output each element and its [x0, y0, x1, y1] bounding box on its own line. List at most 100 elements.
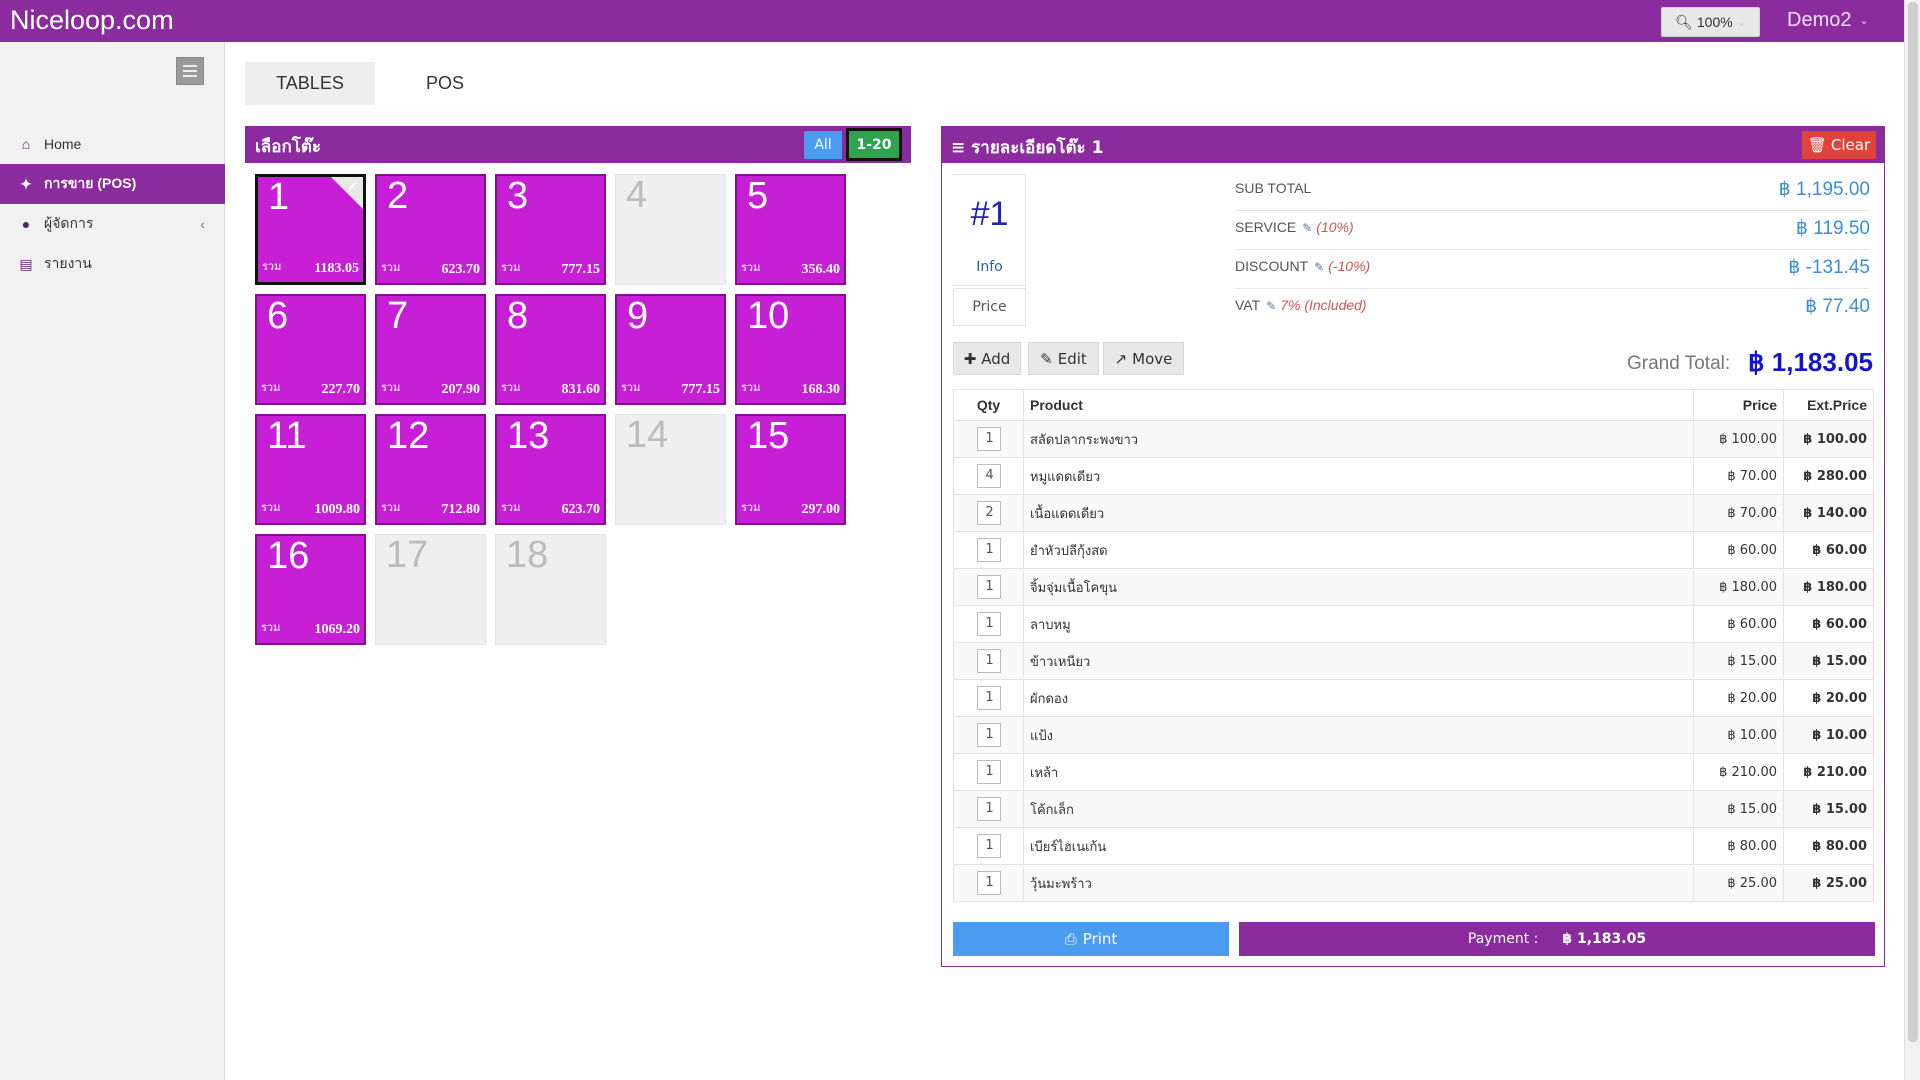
price-tab[interactable]: Price: [953, 288, 1026, 326]
table-tile[interactable]: 11 รวม 1009.80: [255, 414, 366, 525]
price-cell: ฿ 180.00: [1693, 568, 1784, 606]
table-row[interactable]: 1 เหล้า฿ 210.00 ฿ 210.00: [953, 753, 1874, 791]
table-tile-amount: 623.70: [561, 502, 601, 517]
table-tile[interactable]: 7 รวม 207.90: [375, 294, 486, 405]
table-tile-total-label: รวม: [741, 261, 761, 274]
user-menu[interactable]: Demo2 ⌄: [1787, 9, 1869, 32]
product-cell: แป้ง: [1023, 716, 1694, 754]
page-scrollbar[interactable]: [1904, 0, 1920, 1080]
table-row[interactable]: 1 โค้กเล็ก฿ 15.00 ฿ 15.00: [953, 790, 1874, 828]
table-row[interactable]: 1 สลัดปลากระพงขาว฿ 100.00 ฿ 100.00: [953, 420, 1874, 458]
table-tile[interactable]: 6 รวม 227.70: [255, 294, 366, 405]
sidebar-item-pos[interactable]: ✦ การขาย (POS): [0, 164, 225, 204]
table-tile[interactable]: 16 รวม 1069.20: [255, 534, 366, 645]
edit-icon[interactable]: ✎: [1314, 260, 1324, 274]
qty-input[interactable]: 1: [976, 686, 1001, 710]
table-tile[interactable]: 9 รวม 777.15: [615, 294, 726, 405]
chevron-left-icon: ‹: [200, 216, 205, 232]
filter-range-button[interactable]: 1-20: [846, 128, 902, 161]
info-tab[interactable]: #1 Info: [953, 174, 1026, 286]
external-link-icon: ↗: [1114, 349, 1128, 368]
table-tile[interactable]: 13 รวม 623.70: [495, 414, 606, 525]
qty-input[interactable]: 1: [976, 538, 1001, 562]
table-tile[interactable]: 2 รวม 623.70: [375, 174, 486, 285]
table-tile[interactable]: 4: [615, 174, 726, 285]
scrollbar-thumb[interactable]: [1908, 2, 1918, 1042]
order-items-table: Qty Product Price Ext.Price 1 สลัดปลากระพ…: [953, 389, 1874, 902]
clear-button[interactable]: 🗑︎ Clear: [1802, 131, 1876, 159]
service-value: ฿ 119.50: [1795, 218, 1870, 239]
move-table-button[interactable]: ↗ Move: [1103, 342, 1184, 375]
table-tile-number: 16: [267, 535, 310, 577]
table-row[interactable]: 1 เบียร์ไฮเนเก้น฿ 80.00 ฿ 80.00: [953, 827, 1874, 865]
table-tile[interactable]: 8 รวม 831.60: [495, 294, 606, 405]
qty-cell: 1: [953, 827, 1024, 865]
discount-row: DISCOUNT ✎ (-10%) ฿ -131.45: [1235, 250, 1870, 289]
vat-value: ฿ 77.40: [1805, 296, 1870, 317]
table-row[interactable]: 4 หมูแดดเดียว฿ 70.00 ฿ 280.00: [953, 457, 1874, 495]
add-item-button[interactable]: ✚ Add: [953, 342, 1021, 375]
qty-input[interactable]: 1: [976, 760, 1001, 784]
table-tile[interactable]: 3 รวม 777.15: [495, 174, 606, 285]
table-row[interactable]: 1 ข้าวเหนียว฿ 15.00 ฿ 15.00: [953, 642, 1874, 680]
payment-button[interactable]: Payment : ฿ 1,183.05: [1239, 922, 1875, 956]
qty-cell: 4: [953, 457, 1024, 495]
column-ext-price: Ext.Price: [1783, 389, 1874, 421]
sidebar-item-reports[interactable]: ▤ รายงาน: [0, 244, 225, 284]
table-tile[interactable]: 10 รวม 168.30: [735, 294, 846, 405]
brand-logo[interactable]: Niceloop.com: [10, 5, 174, 36]
table-tile[interactable]: 17: [375, 534, 486, 645]
filter-all-button[interactable]: All: [804, 131, 842, 159]
table-tile-amount: 168.30: [801, 382, 841, 397]
table-row[interactable]: 1 วุ้นมะพร้าว฿ 25.00 ฿ 25.00: [953, 864, 1874, 902]
vat-label: VAT ✎ 7% (Included): [1235, 297, 1367, 313]
edit-icon[interactable]: ✎: [1266, 299, 1276, 313]
qty-cell: 1: [953, 605, 1024, 643]
printer-icon: ⎙: [1064, 930, 1077, 948]
table-tile-total-label: รวม: [381, 261, 401, 274]
chevron-down-icon: ⌄: [1736, 16, 1746, 29]
discount-value: ฿ -131.45: [1788, 257, 1870, 278]
qty-cell: 1: [953, 642, 1024, 680]
table-row[interactable]: 1 แป้ง฿ 10.00 ฿ 10.00: [953, 716, 1874, 754]
table-tile[interactable]: 5 รวม 356.40: [735, 174, 846, 285]
qty-input[interactable]: 1: [976, 797, 1001, 821]
print-button[interactable]: ⎙ Print: [953, 922, 1229, 956]
qty-input[interactable]: 1: [976, 612, 1001, 636]
table-tile-amount: 207.90: [441, 382, 481, 397]
sidebar-item-manager[interactable]: ● ผู้จัดการ ‹: [0, 204, 225, 244]
product-cell: สลัดปลากระพงขาว: [1023, 420, 1694, 458]
table-row[interactable]: 1 ผักดอง฿ 20.00 ฿ 20.00: [953, 679, 1874, 717]
table-tile-total-label: รวม: [261, 501, 281, 514]
table-row[interactable]: 2 เนื้อแดดเดียว฿ 70.00 ฿ 140.00: [953, 494, 1874, 532]
qty-input[interactable]: 4: [976, 464, 1001, 488]
qty-input[interactable]: 2: [976, 501, 1001, 525]
edit-item-button[interactable]: ✎ Edit: [1028, 342, 1099, 375]
zoom-button[interactable]: 🔍︎ 100% ⌄: [1661, 7, 1760, 37]
qty-input[interactable]: 1: [976, 723, 1001, 747]
qty-input[interactable]: 1: [976, 649, 1001, 673]
table-row[interactable]: 1 ยำหัวปลีกุ้งสด฿ 60.00 ฿ 60.00: [953, 531, 1874, 569]
qty-input[interactable]: 1: [976, 871, 1001, 895]
detail-title-text: รายละเอียดโต๊ะ 1: [971, 138, 1104, 158]
table-row[interactable]: 1 จิ้มจุ่มเนื้อโคขุน฿ 180.00 ฿ 180.00: [953, 568, 1874, 606]
table-tile[interactable]: 14: [615, 414, 726, 525]
zoom-label: 100%: [1696, 14, 1733, 30]
sidebar-item-home[interactable]: ⌂ Home: [0, 124, 225, 164]
table-row[interactable]: 1 ลาบหมู฿ 60.00 ฿ 60.00: [953, 605, 1874, 643]
sidebar-toggle-button[interactable]: [176, 57, 204, 85]
table-tile[interactable]: 1 รวม 1183.05 ✓: [255, 174, 366, 285]
tab-pos[interactable]: POS: [380, 62, 510, 105]
qty-input[interactable]: 1: [976, 575, 1001, 599]
table-tile-number: 17: [386, 534, 429, 576]
tab-tables[interactable]: TABLES: [245, 62, 375, 105]
table-tile[interactable]: 15 รวม 297.00: [735, 414, 846, 525]
qty-input[interactable]: 1: [976, 834, 1001, 858]
table-tile[interactable]: 18: [495, 534, 606, 645]
qty-input[interactable]: 1: [976, 427, 1001, 451]
edit-icon[interactable]: ✎: [1302, 221, 1312, 235]
column-qty: Qty: [953, 389, 1024, 421]
ext-price-cell: ฿ 80.00: [1783, 827, 1874, 865]
table-tile[interactable]: 12 รวม 712.80: [375, 414, 486, 525]
ext-price-cell: ฿ 140.00: [1783, 494, 1874, 532]
